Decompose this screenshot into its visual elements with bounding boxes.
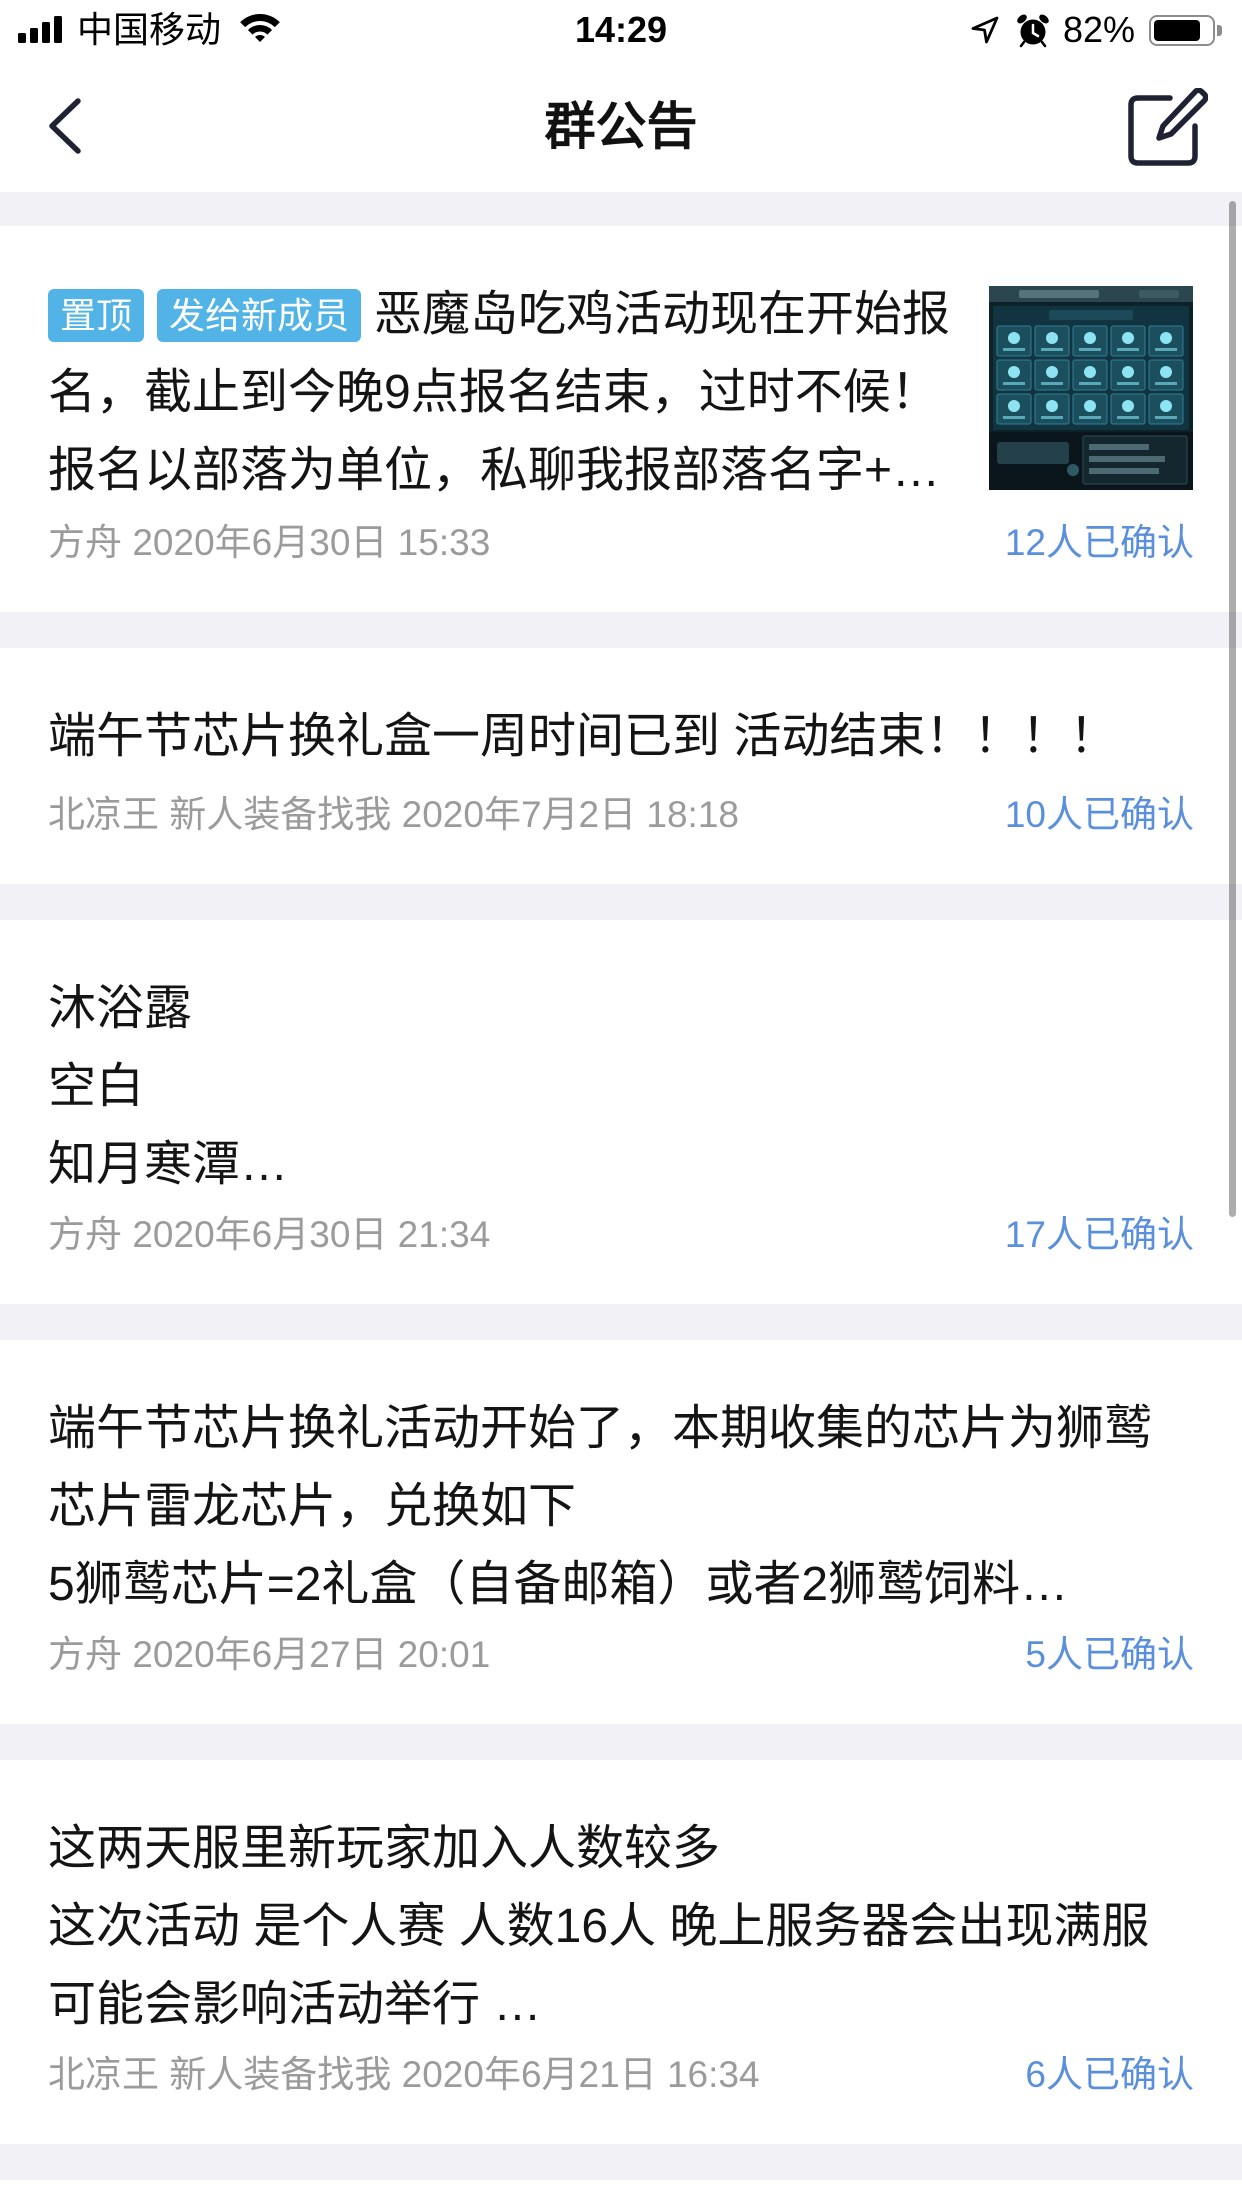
announcement-list[interactable]: 置顶 发给新成员 恶魔岛吃鸡活动现在开始报 名，截止到今晚9点报名结束，过时不候… bbox=[0, 192, 1242, 2208]
announcement-author-time: 方舟 2020年6月30日 15:33 bbox=[48, 523, 490, 563]
announcement-text-line: 置顶 发给新成员 恶魔岛吃鸡活动现在开始报 bbox=[48, 276, 964, 354]
announcement-meta: 方舟 2020年6月30日 21:34 17人已确认 bbox=[48, 1215, 1194, 1255]
post-time: 2020年6月30日 21:34 bbox=[132, 1214, 491, 1255]
announcement-text-line: 端午节芯片换礼盒一周时间已到 活动结束！！！！ bbox=[48, 710, 1118, 763]
confirmed-count[interactable]: 5人已确认 bbox=[1025, 1635, 1194, 1675]
battery-icon bbox=[1149, 15, 1215, 46]
announcement-image-thumbnail[interactable] bbox=[989, 286, 1193, 490]
alarm-clock-icon bbox=[1017, 14, 1049, 48]
confirmed-count[interactable]: 10人已确认 bbox=[1005, 795, 1194, 835]
announcement-author-time: 北凉王 新人装备找我 2020年6月21日 16:34 bbox=[48, 2055, 760, 2095]
announcement-text-line: 报名以部落为单位，私聊我报部落名字+… bbox=[48, 444, 941, 497]
battery-fill bbox=[1154, 20, 1200, 41]
battery-cap bbox=[1217, 25, 1222, 36]
announcement-text-segment: 恶魔岛吃鸡活动现在开始报 bbox=[374, 288, 951, 341]
new-member-tag: 发给新成员 bbox=[157, 288, 362, 342]
battery-percentage: 82% bbox=[1063, 9, 1136, 50]
announcement-text-line: 知月寒潭… bbox=[48, 1138, 289, 1191]
announcement-author-time: 北凉王 新人装备找我 2020年7月2日 18:18 bbox=[48, 795, 739, 835]
announcement-text-line: 端午节芯片换礼活动开始了，本期收集的芯片为狮鹫 bbox=[48, 1402, 1153, 1455]
announcement-text-line: 可能会影响活动举行 … bbox=[48, 1978, 542, 2031]
announcement-text-line: 空白 bbox=[48, 1060, 145, 1113]
announcement-card[interactable]: 这两天服里新玩家加入人数较多 这次活动 是个人赛 人数16人 晚上服务器会出现满… bbox=[0, 1760, 1242, 2144]
confirmed-count[interactable]: 12人已确认 bbox=[1005, 523, 1194, 563]
author-name: 北凉王 新人装备找我 bbox=[48, 794, 392, 835]
announcement-text: 端午节芯片换礼盒一周时间已到 活动结束！！！！ bbox=[48, 698, 1194, 776]
confirmed-count[interactable]: 6人已确认 bbox=[1025, 2055, 1194, 2095]
navigation-bar: 群公告 bbox=[0, 60, 1242, 192]
announcement-text: 端午节芯片换礼活动开始了，本期收集的芯片为狮鹫 芯片雷龙芯片，兑换如下 5狮鹫芯… bbox=[48, 1390, 1194, 1624]
announcement-text-line: 沐浴露 bbox=[48, 982, 193, 1035]
announcement-author-time: 方舟 2020年6月30日 21:34 bbox=[48, 1215, 490, 1255]
announcement-meta: 北凉王 新人装备找我 2020年6月21日 16:34 6人已确认 bbox=[48, 2055, 1194, 2095]
page-title: 群公告 bbox=[544, 98, 698, 155]
announcement-text-line: 这次活动 是个人赛 人数16人 晚上服务器会出现满服 bbox=[48, 1900, 1150, 1953]
status-bar: 中国移动 14:29 82% bbox=[0, 0, 1242, 60]
compose-icon[interactable] bbox=[1126, 88, 1208, 168]
post-time: 2020年6月30日 15:33 bbox=[132, 522, 491, 563]
announcement-card[interactable]: 沐浴露 空白 知月寒潭… 方舟 2020年6月30日 21:34 17人已确认 bbox=[0, 920, 1242, 1304]
pinned-tag: 置顶 bbox=[48, 288, 145, 342]
author-name: 方舟 bbox=[48, 1634, 122, 1675]
announcement-text: 置顶 发给新成员 恶魔岛吃鸡活动现在开始报 名，截止到今晚9点报名结束，过时不候… bbox=[48, 276, 964, 510]
announcement-text-line: 芯片雷龙芯片，兑换如下 bbox=[48, 1480, 577, 1533]
announcement-text: 沐浴露 空白 知月寒潭… bbox=[48, 970, 1194, 1204]
author-name: 北凉王 新人装备找我 bbox=[48, 2054, 392, 2095]
announcement-author-time: 方舟 2020年6月27日 20:01 bbox=[48, 1635, 490, 1675]
announcement-meta: 方舟 2020年6月30日 15:33 12人已确认 bbox=[48, 523, 1194, 563]
announcement-card[interactable]: 端午节芯片换礼盒一周时间已到 活动结束！！！！ 北凉王 新人装备找我 2020年7… bbox=[0, 648, 1242, 884]
post-time: 2020年6月27日 20:01 bbox=[132, 1634, 491, 1675]
vertical-scrollbar[interactable] bbox=[1229, 201, 1236, 1217]
author-name: 方舟 bbox=[48, 522, 122, 563]
announcement-text: 这两天服里新玩家加入人数较多 这次活动 是个人赛 人数16人 晚上服务器会出现满… bbox=[48, 1810, 1194, 2044]
status-time: 14:29 bbox=[574, 9, 668, 50]
announcement-card[interactable]: 端午节芯片换礼活动开始了，本期收集的芯片为狮鹫 芯片雷龙芯片，兑换如下 5狮鹫芯… bbox=[0, 1340, 1242, 1724]
announcement-card-partial[interactable] bbox=[0, 2180, 1242, 2208]
post-time: 2020年6月21日 16:34 bbox=[401, 2054, 760, 2095]
announcement-meta: 北凉王 新人装备找我 2020年7月2日 18:18 10人已确认 bbox=[48, 795, 1194, 835]
announcement-text-line: 5狮鹫芯片=2礼盒（自备邮箱）或者2狮鹫饲料… bbox=[48, 1558, 1069, 1611]
location-arrow-icon bbox=[971, 16, 999, 44]
confirmed-count[interactable]: 17人已确认 bbox=[1005, 1215, 1194, 1255]
announcement-card[interactable]: 置顶 发给新成员 恶魔岛吃鸡活动现在开始报 名，截止到今晚9点报名结束，过时不候… bbox=[0, 226, 1242, 612]
post-time: 2020年7月2日 18:18 bbox=[401, 794, 739, 835]
announcement-meta: 方舟 2020年6月27日 20:01 5人已确认 bbox=[48, 1635, 1194, 1675]
announcement-text-line: 这两天服里新玩家加入人数较多 bbox=[48, 1822, 721, 1875]
author-name: 方舟 bbox=[48, 1214, 122, 1255]
announcement-text-line: 名，截止到今晚9点报名结束，过时不候！ bbox=[48, 366, 939, 419]
